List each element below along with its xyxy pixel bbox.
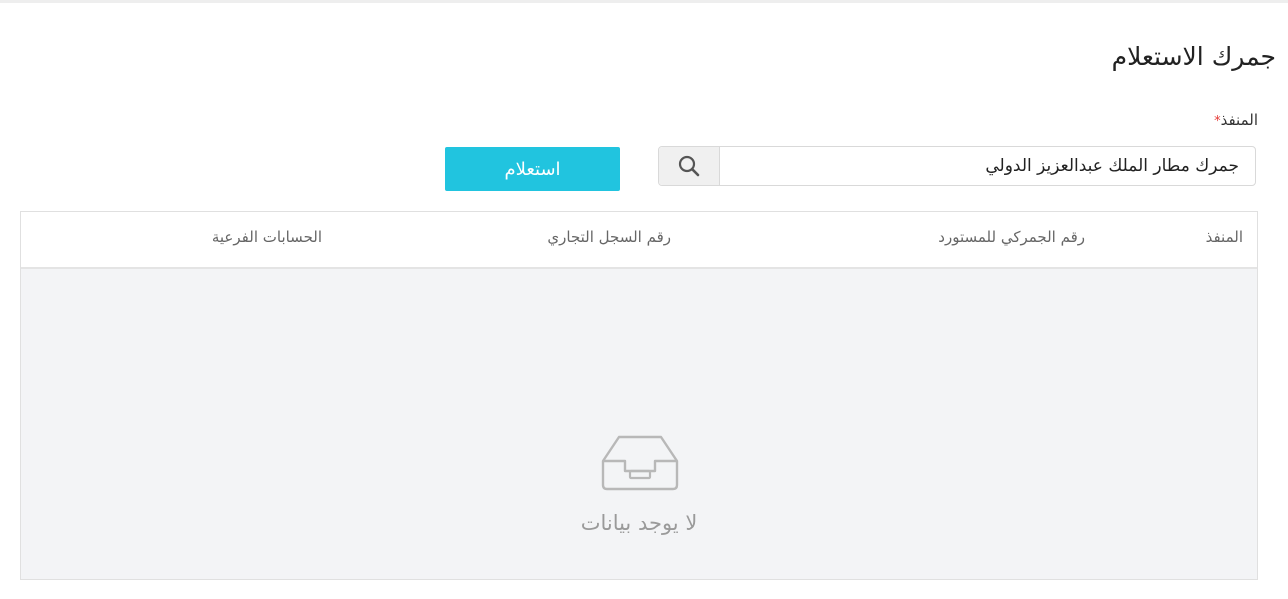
search-icon <box>678 155 700 177</box>
port-select[interactable]: جمرك مطار الملك عبدالعزيز الدولي <box>658 146 1256 186</box>
column-header-commercial-register-number: رقم السجل التجاري <box>547 228 671 246</box>
inquiry-button[interactable]: استعلام <box>445 147 620 191</box>
table-body-empty: لا يوجد بيانات <box>21 269 1257 579</box>
top-divider <box>0 0 1288 3</box>
port-select-value: جمرك مطار الملك عبدالعزيز الدولي <box>985 156 1239 176</box>
column-header-sub-accounts: الحسابات الفرعية <box>211 228 322 246</box>
page: جمرك الاستعلام المنفذ* جمرك مطار الملك ع… <box>0 0 1288 599</box>
empty-inbox-icon <box>601 435 679 491</box>
port-search-button[interactable] <box>659 147 720 185</box>
port-label-text: المنفذ <box>1220 111 1258 129</box>
table-header: المنفذ رقم الجمركي للمستورد رقم السجل ال… <box>21 212 1257 269</box>
port-field-label: المنفذ* <box>1214 111 1258 129</box>
page-title: جمرك الاستعلام <box>1111 42 1276 71</box>
column-header-importer-customs-number: رقم الجمركي للمستورد <box>938 228 1085 246</box>
column-header-port: المنفذ <box>1205 228 1243 246</box>
results-table: المنفذ رقم الجمركي للمستورد رقم السجل ال… <box>20 211 1258 580</box>
empty-state-text: لا يوجد بيانات <box>580 511 698 535</box>
